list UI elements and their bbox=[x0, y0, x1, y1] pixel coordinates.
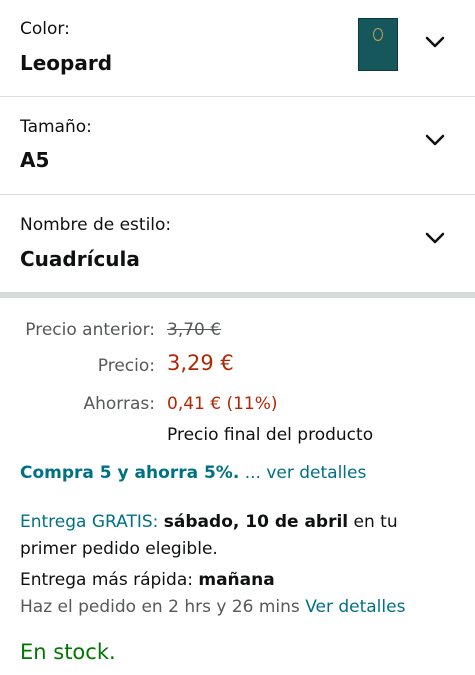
promotion-line: Compra 5 y ahorra 5%. ... ver detalles bbox=[20, 463, 366, 483]
delivery-details-link[interactable]: Ver detalles bbox=[305, 597, 405, 617]
size-label: Tamaño: bbox=[20, 117, 92, 137]
stock-status: En stock. bbox=[20, 640, 116, 664]
price-label: Precio: bbox=[97, 356, 155, 376]
chevron-down-icon[interactable] bbox=[425, 134, 445, 146]
fast-delivery-label: Entrega más rápida: bbox=[20, 570, 193, 590]
style-value: Cuadrícula bbox=[20, 247, 140, 271]
previous-price-label: Precio anterior: bbox=[25, 320, 155, 340]
previous-price-value: 3,70 € bbox=[167, 320, 222, 340]
promotion-offer-link[interactable]: Compra 5 y ahorra 5%. bbox=[20, 463, 239, 483]
color-selector[interactable]: Color: Leopard bbox=[0, 0, 475, 97]
promotion-details-link[interactable]: ... ver detalles bbox=[245, 463, 367, 483]
chevron-down-icon[interactable] bbox=[425, 36, 445, 48]
fast-delivery-line: Entrega más rápida: mañana bbox=[20, 570, 275, 590]
chevron-down-icon[interactable] bbox=[425, 232, 445, 244]
style-label: Nombre de estilo: bbox=[20, 215, 172, 235]
free-delivery-label: Entrega GRATIS: bbox=[20, 512, 159, 532]
savings-label: Ahorras: bbox=[83, 394, 156, 414]
section-divider bbox=[0, 292, 475, 298]
color-label: Color: bbox=[20, 19, 70, 39]
color-swatch-thumbnail[interactable] bbox=[358, 18, 398, 71]
free-delivery-line: Entrega GRATIS: sábado, 10 de abril en t… bbox=[20, 512, 398, 532]
fast-delivery-date: mañana bbox=[198, 570, 275, 590]
savings-value: 0,41 € (11%) bbox=[167, 394, 278, 414]
leopard-emblem-icon bbox=[373, 28, 383, 41]
color-value: Leopard bbox=[20, 51, 113, 75]
price-value: 3,29 € bbox=[167, 351, 234, 375]
final-price-note: Precio final del producto bbox=[167, 425, 374, 445]
style-selector[interactable]: Nombre de estilo: Cuadrícula bbox=[0, 196, 475, 293]
order-within-text: Haz el pedido en 2 hrs y 26 mins bbox=[20, 597, 300, 617]
order-within-line: Haz el pedido en 2 hrs y 26 mins Ver det… bbox=[20, 597, 405, 617]
free-delivery-date: sábado, 10 de abril bbox=[163, 512, 349, 532]
size-selector[interactable]: Tamaño: A5 bbox=[0, 98, 475, 195]
free-delivery-line-2: primer pedido elegible. bbox=[20, 539, 218, 559]
free-delivery-suffix: en tu bbox=[353, 512, 398, 532]
size-value: A5 bbox=[20, 148, 50, 172]
